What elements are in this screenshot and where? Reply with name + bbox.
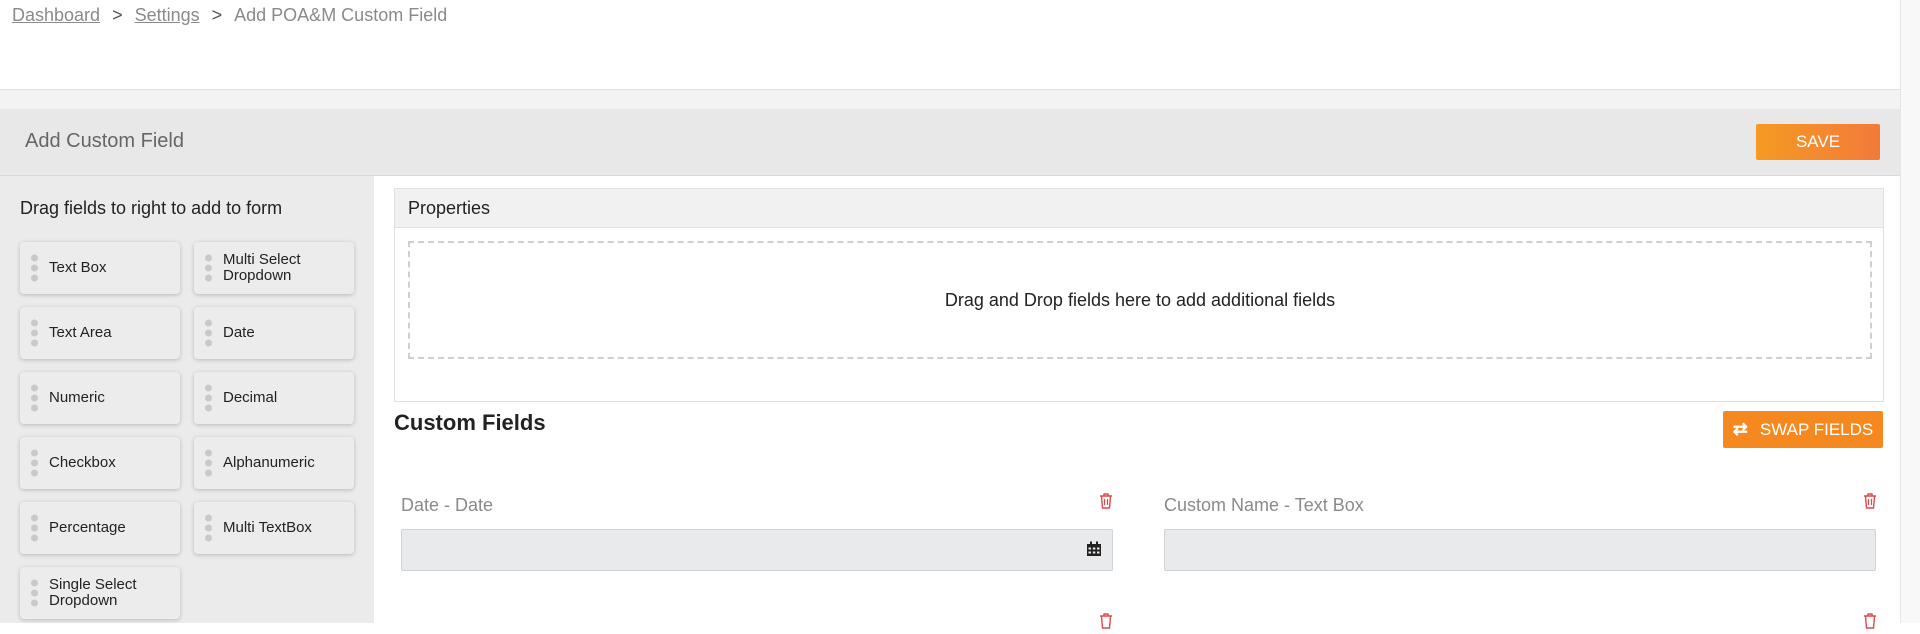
palette-field-label: Numeric <box>49 389 105 406</box>
drag-grip-icon <box>205 514 212 542</box>
palette-field-single-select-dropdown[interactable]: Single Select Dropdown <box>20 567 180 619</box>
field-dropzone[interactable]: Drag and Drop fields here to add additio… <box>408 241 1872 359</box>
custom-fields-title: Custom Fields <box>394 410 546 435</box>
palette-field-text-box[interactable]: Text Box <box>20 242 180 294</box>
palette-field-label: Text Area <box>49 324 112 341</box>
drag-grip-icon <box>31 319 38 347</box>
drag-grip-icon <box>205 254 212 282</box>
palette-field-label: Date <box>223 324 255 341</box>
palette-field-numeric[interactable]: Numeric <box>20 372 180 424</box>
breadcrumb-separator: > <box>112 5 123 25</box>
calendar-icon[interactable] <box>1086 541 1102 557</box>
palette-field-multi-textbox[interactable]: Multi TextBox <box>194 502 354 554</box>
palette-field-decimal[interactable]: Decimal <box>194 372 354 424</box>
custom-field-date-input[interactable] <box>401 529 1113 571</box>
palette-field-date[interactable]: Date <box>194 307 354 359</box>
trash-icon[interactable] <box>1099 613 1113 634</box>
palette-field-text-area[interactable]: Text Area <box>20 307 180 359</box>
palette-field-label: Single Select Dropdown <box>49 576 137 609</box>
drag-grip-icon <box>31 449 38 477</box>
top-bar: Dashboard > Settings > Add POA&M Custom Fiel… <box>0 0 1900 89</box>
custom-field-label-date: Date - Date <box>401 495 494 515</box>
save-button[interactable]: SAVE <box>1756 124 1880 160</box>
properties-panel: Properties Drag and Drop fields here to … <box>394 188 1884 402</box>
page-title: Add Custom Field <box>25 130 184 152</box>
trash-icon[interactable] <box>1863 493 1877 514</box>
custom-field-text-input[interactable] <box>1164 529 1876 571</box>
trash-icon[interactable] <box>1863 613 1877 634</box>
trash-icon[interactable] <box>1099 493 1113 514</box>
palette-field-label: Percentage <box>49 519 126 536</box>
palette-field-checkbox[interactable]: Checkbox <box>20 437 180 489</box>
palette-field-label: Checkbox <box>49 454 116 471</box>
drag-grip-icon <box>205 384 212 412</box>
breadcrumb-separator: > <box>211 5 223 25</box>
palette-field-label: Text Box <box>49 259 107 276</box>
page-header: Add Custom Field SAVE <box>0 109 1900 176</box>
palette-field-alphanumeric[interactable]: Alphanumeric <box>194 437 354 489</box>
palette-field-label: Multi TextBox <box>223 519 312 536</box>
swap-fields-label: SWAP FIELDS <box>1759 419 1874 439</box>
palette-hint: Drag fields to right to add to form <box>20 198 283 218</box>
swap-fields-button[interactable]: ⇄ SWAP FIELDS <box>1723 411 1883 448</box>
palette-field-percentage[interactable]: Percentage <box>20 502 180 554</box>
palette-field-multi-select-dropdown[interactable]: Multi Select Dropdown <box>194 242 354 294</box>
divider-band <box>0 89 1900 110</box>
palette-field-label: Decimal <box>223 389 278 406</box>
drag-grip-icon <box>205 449 212 477</box>
palette-field-label: Alphanumeric <box>223 454 315 471</box>
breadcrumb-dashboard-link[interactable]: Dashboard <box>12 5 100 25</box>
breadcrumb-settings-link[interactable]: Settings <box>135 5 200 25</box>
custom-field-label-custom-name: Custom Name - Text Box <box>1164 495 1364 515</box>
breadcrumb-current: Add POA&M Custom Field <box>234 5 448 25</box>
drag-grip-icon <box>31 384 38 412</box>
properties-title: Properties <box>395 189 1883 228</box>
drag-grip-icon <box>31 579 38 607</box>
drag-grip-icon <box>205 319 212 347</box>
page-scrollbar[interactable] <box>1900 0 1920 623</box>
dropzone-text: Drag and Drop fields here to add additio… <box>944 289 1336 310</box>
palette-field-label: Multi Select Dropdown <box>223 251 301 284</box>
drag-grip-icon <box>31 514 38 542</box>
field-palette: Drag fields to right to add to form Text… <box>0 176 374 623</box>
swap-arrows-icon: ⇄ <box>1732 419 1748 439</box>
drag-grip-icon <box>31 254 38 282</box>
breadcrumb: Dashboard > Settings > Add POA&M Custom Fiel… <box>12 5 447 26</box>
